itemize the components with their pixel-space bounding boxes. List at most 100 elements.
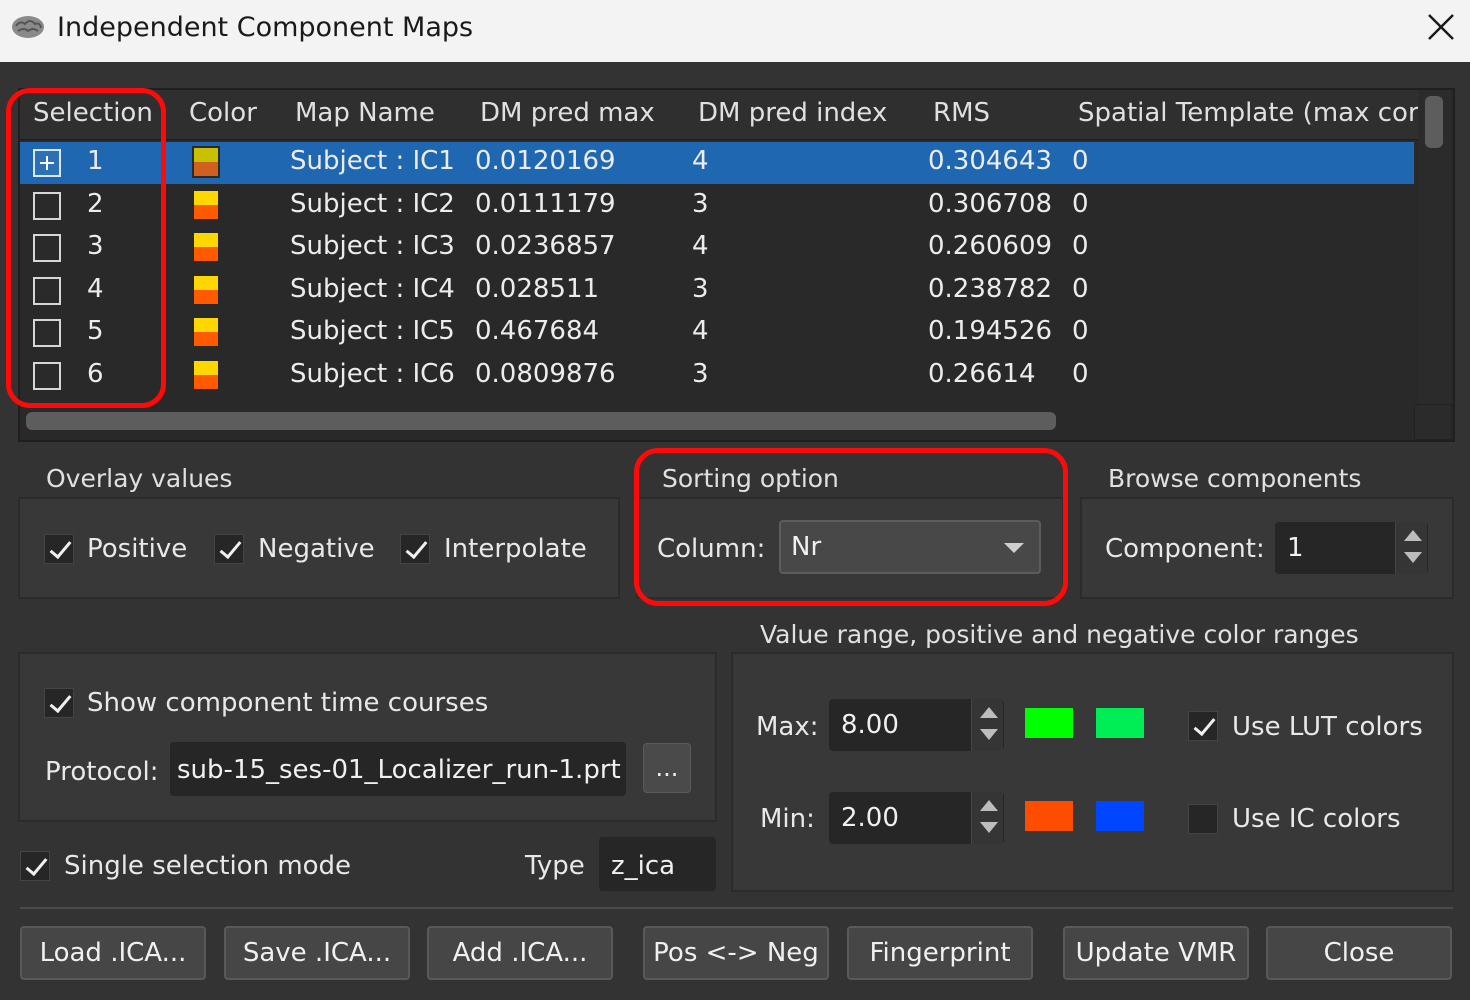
update-vmr-button[interactable]: Update VMR [1063, 926, 1249, 980]
min-label: Min: [760, 804, 815, 834]
max-spin-buttons[interactable] [971, 699, 1003, 751]
show-time-courses-label[interactable]: Show component time courses [87, 688, 488, 718]
use-lut-label[interactable]: Use LUT colors [1232, 712, 1423, 742]
swatch-top [194, 191, 218, 205]
brain-icon [12, 16, 44, 38]
negative-label[interactable]: Negative [258, 534, 375, 564]
negative-checkbox[interactable] [214, 534, 244, 564]
protocol-label: Protocol: [45, 757, 159, 787]
rms-cell: 0.194526 [928, 316, 1053, 346]
table-row[interactable]: 1 Subject : IC1 0.0120169 4 0.304643 0 [20, 142, 1414, 184]
rms-cell: 0.306708 [928, 189, 1053, 219]
type-field: z_ica [599, 837, 716, 891]
single-selection-checkbox[interactable] [20, 851, 50, 881]
min-spin-buttons[interactable] [971, 792, 1003, 844]
scroll-corner [1414, 404, 1452, 440]
spatial-template-cell: 0 [1072, 146, 1089, 176]
type-label: Type [525, 851, 585, 881]
map-name-cell: Subject : IC5 [290, 316, 455, 346]
horizontal-scroll-thumb[interactable] [26, 412, 1056, 430]
swatch-bottom [194, 205, 218, 219]
color-swatch[interactable] [194, 191, 218, 219]
load-ica-button[interactable]: Load .ICA... [20, 926, 206, 980]
color-swatch[interactable] [194, 318, 218, 346]
spatial-template-cell: 0 [1072, 231, 1089, 261]
interpolate-checkbox[interactable] [400, 534, 430, 564]
max-label: Max: [756, 712, 819, 742]
color-swatch[interactable] [192, 146, 220, 178]
pos-neg-button[interactable]: Pos <-> Neg [643, 926, 829, 980]
color-swatch[interactable] [194, 233, 218, 261]
spatial-template-cell: 0 [1072, 359, 1089, 389]
map-name-cell: Subject : IC2 [290, 189, 455, 219]
spin-up-icon[interactable] [980, 800, 998, 811]
dm-pred-max-cell: 0.0111179 [475, 189, 616, 219]
dm-pred-index-cell: 3 [692, 359, 709, 389]
spatial-template-cell: 0 [1072, 274, 1089, 304]
negative-min-color[interactable] [1096, 801, 1144, 831]
rms-cell: 0.304643 [928, 146, 1053, 176]
spin-down-icon[interactable] [980, 822, 998, 833]
swatch-top [194, 361, 218, 375]
add-ica-button[interactable]: Add .ICA... [427, 926, 613, 980]
overlay-values-title: Overlay values [46, 464, 233, 493]
color-swatch[interactable] [194, 276, 218, 304]
header-dm-pred-max[interactable]: DM pred max [480, 98, 655, 128]
header-map-name[interactable]: Map Name [295, 98, 435, 128]
use-lut-checkbox[interactable] [1188, 711, 1218, 741]
swatch-bottom [194, 375, 218, 389]
interpolate-label[interactable]: Interpolate [444, 534, 587, 564]
rms-cell: 0.238782 [928, 274, 1053, 304]
positive-min-color[interactable] [1096, 708, 1144, 738]
map-name-cell: Subject : IC4 [290, 274, 455, 304]
fingerprint-button[interactable]: Fingerprint [847, 926, 1033, 980]
table-row[interactable]: 6 Subject : IC6 0.0809876 3 0.26614 0 [20, 355, 1414, 397]
protocol-field[interactable]: sub-15_ses-01_Localizer_run-1.prt [170, 742, 626, 796]
header-dm-pred-index[interactable]: DM pred index [698, 98, 887, 128]
dm-pred-index-cell: 4 [692, 231, 709, 261]
spin-up-icon[interactable] [980, 707, 998, 718]
swatch-top [194, 233, 218, 247]
component-label: Component: [1105, 534, 1265, 564]
close-button[interactable]: Close [1266, 926, 1452, 980]
use-ic-label[interactable]: Use IC colors [1232, 804, 1401, 834]
map-name-cell: Subject : IC3 [290, 231, 455, 261]
table-row[interactable]: 2 Subject : IC2 0.0111179 3 0.306708 0 [20, 185, 1414, 227]
show-time-courses-checkbox[interactable] [44, 688, 74, 718]
value-range-title: Value range, positive and negative color… [760, 620, 1359, 649]
protocol-browse-button[interactable]: ... [643, 743, 691, 793]
spatial-template-cell: 0 [1072, 316, 1089, 346]
spatial-template-cell: 0 [1072, 189, 1089, 219]
save-ica-button[interactable]: Save .ICA... [224, 926, 410, 980]
positive-max-color[interactable] [1025, 708, 1073, 738]
spin-down-icon[interactable] [1404, 552, 1422, 563]
close-icon[interactable] [1424, 10, 1458, 44]
single-selection-label[interactable]: Single selection mode [64, 851, 351, 881]
dm-pred-max-cell: 0.467684 [475, 316, 600, 346]
positive-label[interactable]: Positive [87, 534, 187, 564]
swatch-top [194, 148, 218, 162]
dm-pred-index-cell: 3 [692, 189, 709, 219]
table-row[interactable]: 3 Subject : IC3 0.0236857 4 0.260609 0 [20, 227, 1414, 269]
table-row[interactable]: 5 Subject : IC5 0.467684 4 0.194526 0 [20, 312, 1414, 354]
swatch-top [194, 318, 218, 332]
use-ic-checkbox[interactable] [1188, 804, 1218, 834]
table-row[interactable]: 4 Subject : IC4 0.028511 3 0.238782 0 [20, 270, 1414, 312]
swatch-top [194, 276, 218, 290]
separator [20, 907, 1453, 909]
positive-checkbox[interactable] [44, 534, 74, 564]
dm-pred-max-cell: 0.0120169 [475, 146, 616, 176]
window-title: Independent Component Maps [57, 12, 474, 43]
spin-up-icon[interactable] [1404, 530, 1422, 541]
header-spatial-template[interactable]: Spatial Template (max corr) [1078, 98, 1439, 128]
time-course-group [18, 652, 717, 822]
color-swatch[interactable] [194, 361, 218, 389]
component-spin-buttons[interactable] [1395, 522, 1427, 574]
negative-max-color[interactable] [1025, 801, 1073, 831]
vertical-scroll-thumb[interactable] [1425, 96, 1443, 148]
dm-pred-index-cell: 3 [692, 274, 709, 304]
spin-down-icon[interactable] [980, 729, 998, 740]
header-color[interactable]: Color [189, 98, 257, 128]
dm-pred-max-cell: 0.0809876 [475, 359, 616, 389]
header-rms[interactable]: RMS [933, 98, 990, 128]
